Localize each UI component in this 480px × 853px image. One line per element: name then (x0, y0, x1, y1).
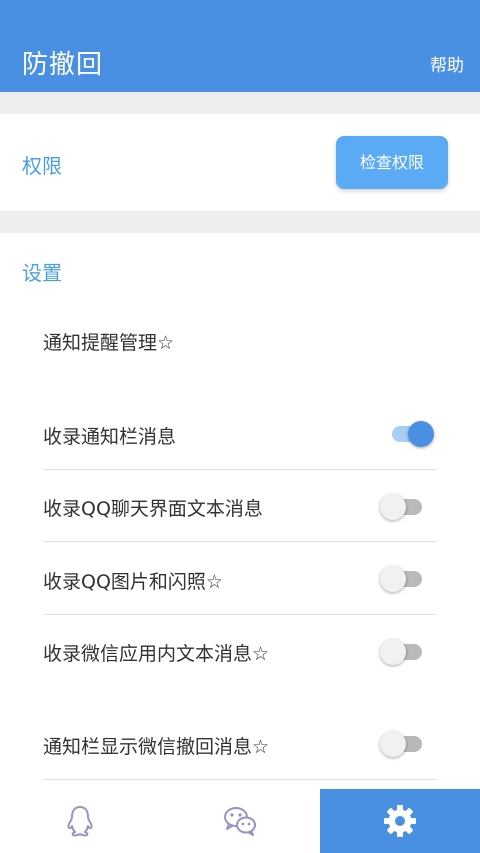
record-notification-bar-label: 收录通知栏消息 (43, 426, 177, 448)
divider (43, 469, 437, 470)
nav-tab-wechat[interactable] (160, 789, 320, 853)
permissions-label: 权限 (22, 154, 62, 178)
qq-penguin-icon (67, 806, 93, 837)
toggle-thumb (408, 421, 434, 447)
divider (43, 614, 437, 615)
section-spacer (0, 92, 480, 114)
settings-card: 设置 通知提醒管理☆ 收录通知栏消息 收录QQ聊天界面文本消息 收录QQ图片和闪… (0, 233, 480, 789)
nav-tab-qq[interactable] (0, 789, 160, 853)
permissions-card: 权限 检查权限 (0, 114, 480, 211)
help-button[interactable]: 帮助 (430, 51, 464, 76)
record-notification-bar-toggle[interactable] (390, 419, 434, 447)
section-spacer (0, 211, 480, 233)
notification-reminder-management-item[interactable]: 通知提醒管理☆ (43, 328, 174, 355)
toggle-thumb (380, 731, 406, 757)
toggle-thumb (380, 566, 406, 592)
record-wechat-text-toggle[interactable] (380, 637, 424, 665)
record-qq-images-toggle[interactable] (380, 564, 424, 592)
divider (43, 779, 437, 780)
wechat-icon (224, 807, 256, 836)
record-qq-images-label: 收录QQ图片和闪照☆ (43, 571, 223, 593)
record-wechat-text-label: 收录微信应用内文本消息☆ (43, 643, 270, 665)
record-qq-chat-text-label: 收录QQ聊天界面文本消息 (43, 498, 263, 520)
check-permissions-button[interactable]: 检查权限 (336, 136, 448, 189)
bottom-navigation (0, 789, 480, 853)
divider (43, 541, 437, 542)
page-title: 防撤回 (22, 50, 104, 80)
record-qq-chat-text-toggle[interactable] (380, 492, 424, 520)
show-wechat-recalled-label: 通知栏显示微信撤回消息☆ (43, 736, 270, 758)
toggle-thumb (380, 494, 406, 520)
gear-icon (384, 805, 416, 837)
settings-title: 设置 (22, 261, 62, 285)
nav-tab-settings[interactable] (320, 789, 480, 853)
toggle-thumb (380, 639, 406, 665)
app-bar: 防撤回 帮助 (0, 0, 480, 92)
show-wechat-recalled-toggle[interactable] (380, 729, 424, 757)
